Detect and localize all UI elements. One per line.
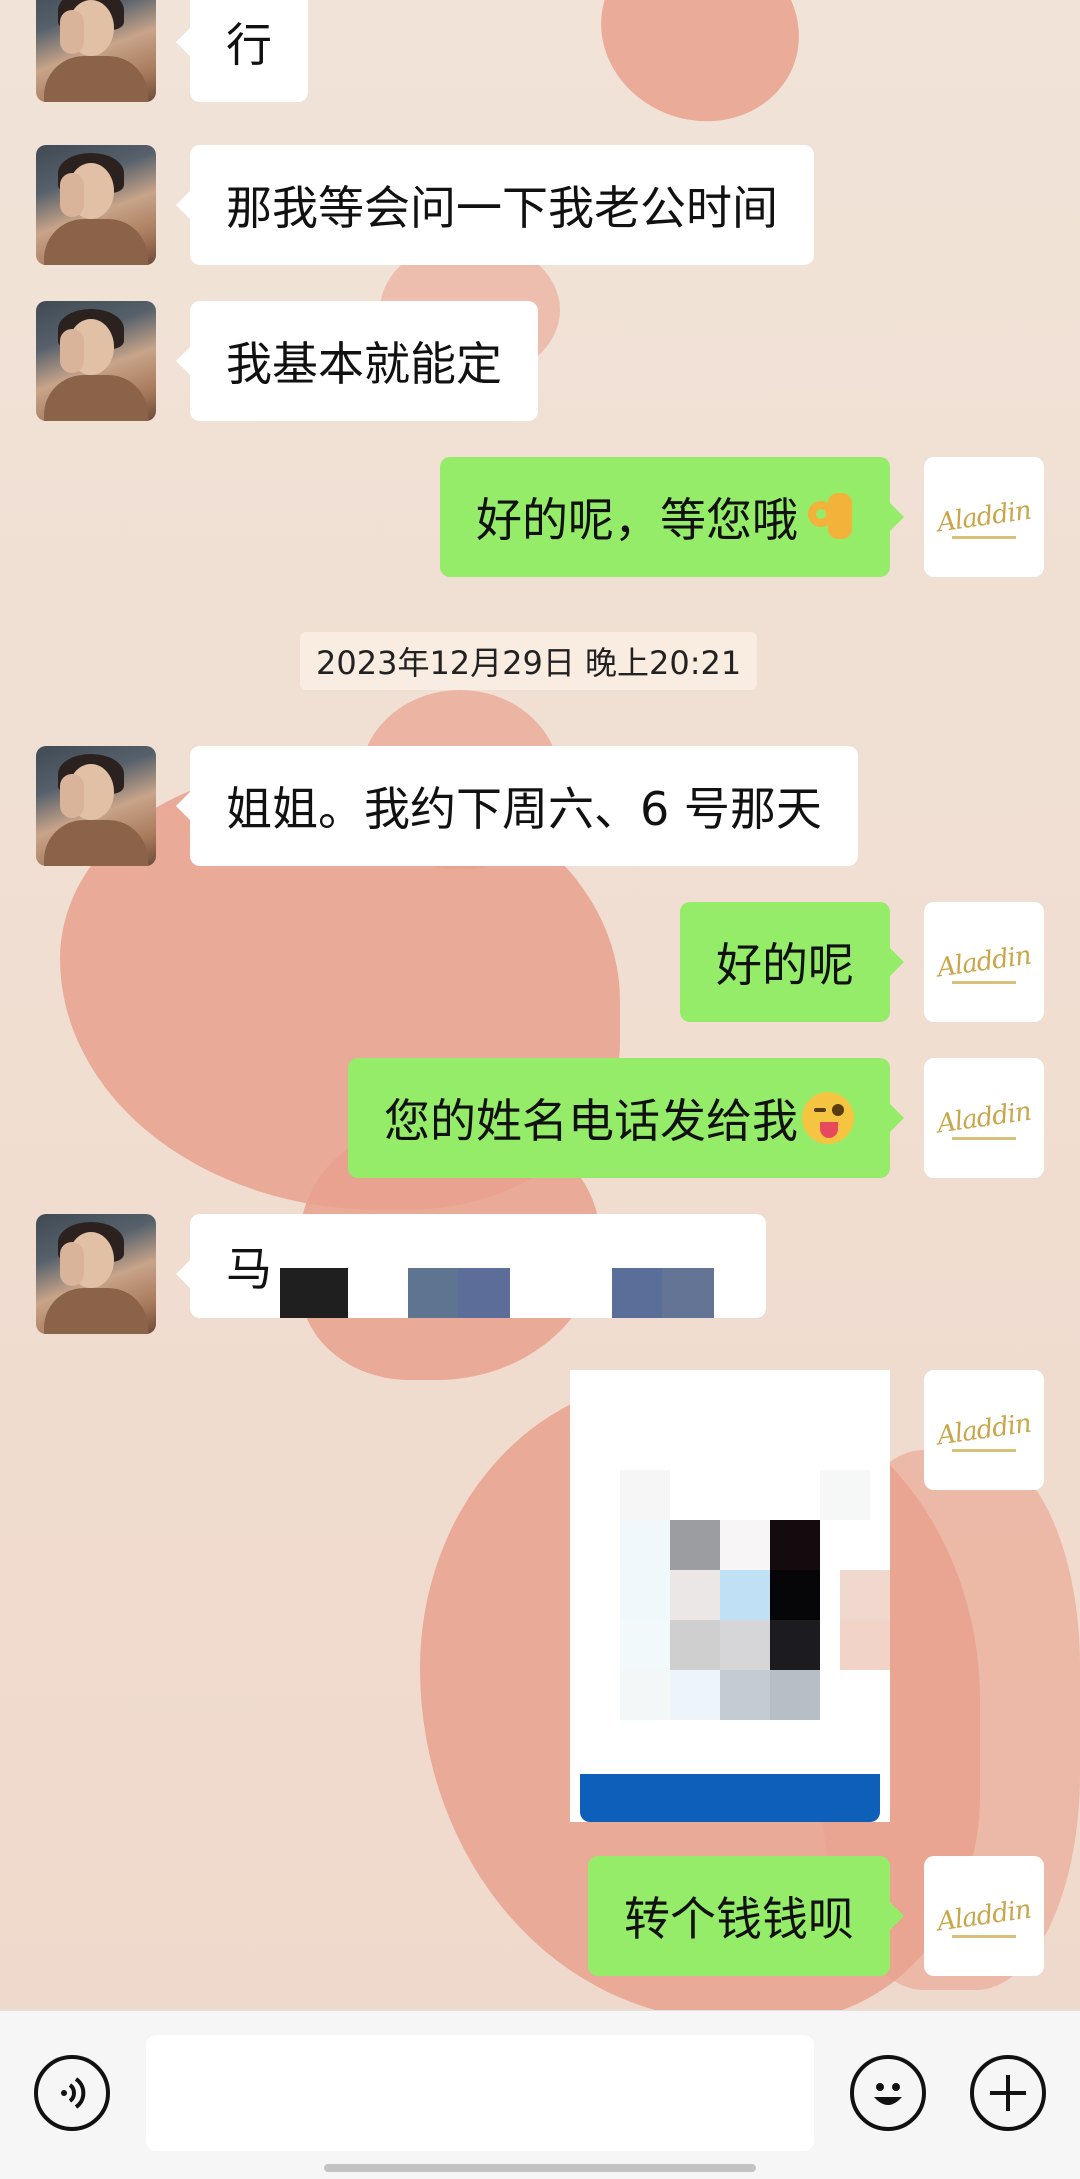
redaction-block: [458, 1268, 510, 1318]
self-avatar[interactable]: Aladdin: [924, 1370, 1044, 1490]
message-bubble-friend[interactable]: 那我等会问一下我老公时间: [176, 145, 814, 265]
message-row: Aladdin 好的呢: [0, 902, 1080, 1022]
friend-avatar[interactable]: [36, 145, 156, 265]
redaction-block: [280, 1268, 348, 1318]
self-avatar-logo: Aladdin: [935, 1096, 1033, 1140]
redaction-block: [662, 1268, 714, 1318]
self-avatar[interactable]: Aladdin: [924, 1058, 1044, 1178]
message-text: 那我等会问一下我老公时间: [226, 181, 778, 235]
message-row: 我基本就能定: [0, 301, 1080, 421]
friend-avatar[interactable]: [36, 746, 156, 866]
self-avatar-logo: Aladdin: [935, 1408, 1033, 1452]
message-text: 姐姐。我约下周六、6 号那天: [226, 782, 822, 836]
home-indicator: [324, 2164, 756, 2172]
message-row: 行: [0, 0, 1080, 110]
plus-icon: [990, 2075, 1026, 2111]
message-row: 姐姐。我约下周六、6 号那天: [0, 746, 1080, 866]
message-text: 马: [226, 1242, 272, 1296]
friend-avatar[interactable]: [36, 0, 156, 102]
image-message[interactable]: [570, 1370, 890, 1822]
message-input[interactable]: [146, 2035, 814, 2151]
message-row: Aladdin 您的姓名电话发给我: [0, 1058, 1080, 1178]
message-bubble-self[interactable]: 转个钱钱呗: [588, 1856, 904, 1976]
self-avatar-logo: Aladdin: [935, 1894, 1033, 1938]
message-bubble-self[interactable]: 好的呢: [680, 902, 904, 1022]
image-footer-bar: [580, 1774, 880, 1822]
voice-icon: [61, 2077, 86, 2109]
message-bubble-friend[interactable]: 行: [176, 0, 308, 102]
self-avatar-logo: Aladdin: [935, 940, 1033, 984]
self-avatar-logo: Aladdin: [935, 495, 1033, 539]
input-bar: [0, 2010, 1080, 2179]
self-avatar[interactable]: Aladdin: [924, 1856, 1044, 1976]
winking-tongue-emoji-icon: [802, 1092, 854, 1144]
message-row: Aladdin 转个钱钱呗: [0, 1856, 1080, 1976]
message-row: 那我等会问一下我老公时间: [0, 145, 1080, 265]
friend-avatar[interactable]: [36, 1214, 156, 1334]
message-bubble-self[interactable]: 好的呢，等您哦: [440, 457, 904, 577]
emoji-icon: [874, 2083, 902, 2105]
message-text: 好的呢，等您哦: [476, 493, 798, 547]
message-text: 转个钱钱呗: [624, 1892, 854, 1946]
self-avatar[interactable]: Aladdin: [924, 457, 1044, 577]
self-avatar[interactable]: Aladdin: [924, 902, 1044, 1022]
chat-timestamp: 2023年12月29日 晚上20:21: [300, 632, 758, 690]
friend-avatar[interactable]: [36, 301, 156, 421]
message-bubble-friend[interactable]: 马: [176, 1214, 766, 1318]
message-text: 我基本就能定: [226, 337, 502, 391]
redaction-block: [612, 1268, 662, 1318]
message-row: 马: [0, 1214, 1080, 1334]
message-text: 行: [226, 18, 272, 72]
emoji-button[interactable]: [850, 2055, 926, 2131]
message-bubble-friend[interactable]: 我基本就能定: [176, 301, 538, 421]
message-bubble-friend[interactable]: 姐姐。我约下周六、6 号那天: [176, 746, 858, 866]
voice-button[interactable]: [34, 2055, 110, 2131]
redaction-block: [408, 1268, 458, 1318]
message-row: Aladdin 好的呢，等您哦: [0, 457, 1080, 577]
message-bubble-self[interactable]: 您的姓名电话发给我: [348, 1058, 904, 1178]
message-text: 好的呢: [716, 938, 854, 992]
ok-hand-emoji-icon: [802, 491, 854, 543]
message-text: 您的姓名电话发给我: [384, 1094, 798, 1148]
plus-button[interactable]: [970, 2055, 1046, 2131]
